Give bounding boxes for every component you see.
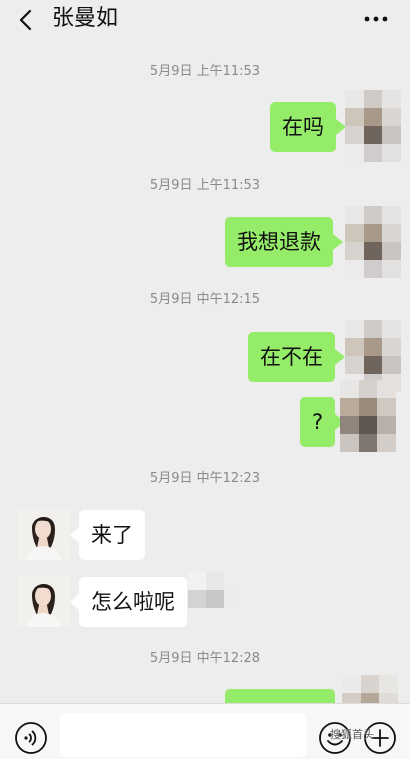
message-input[interactable] (60, 713, 306, 757)
voice-button[interactable] (14, 721, 48, 755)
timestamp: 5月9日 中午12:28 (149, 651, 261, 666)
more-dots-icon (364, 16, 388, 22)
chevron-left-icon (19, 9, 32, 31)
watermark: 搜狐首头 (330, 728, 374, 741)
chat-title: 张曼如 (52, 6, 119, 31)
self-avatar[interactable] (340, 380, 396, 452)
back-button[interactable] (14, 5, 40, 35)
voice-icon (15, 722, 47, 754)
outgoing-message[interactable]: 在不在 (248, 332, 345, 382)
self-avatar[interactable] (345, 206, 401, 278)
message-list[interactable]: 5月9日 上午11:53 在吗 5月9日 上午11:53 我想退款 5月9日 中… (0, 40, 410, 703)
friend-avatar[interactable] (18, 508, 70, 560)
incoming-message[interactable]: 来了 (70, 510, 145, 560)
outgoing-message[interactable]: ? (300, 397, 346, 447)
more-button[interactable] (361, 6, 391, 32)
incoming-message[interactable]: 怎么啦呢 (70, 577, 187, 627)
timestamp: 5月9日 上午11:53 (149, 64, 261, 79)
self-avatar[interactable] (345, 90, 401, 162)
timestamp: 5月9日 中午12:23 (149, 471, 261, 486)
outgoing-message[interactable]: 在吗 (270, 102, 346, 152)
outgoing-message[interactable]: 我想退款 (225, 217, 343, 267)
blur-smudge (188, 572, 236, 608)
self-avatar[interactable] (342, 675, 398, 703)
timestamp: 5月9日 中午12:15 (149, 292, 261, 307)
friend-avatar[interactable] (18, 575, 70, 627)
outgoing-message[interactable] (225, 689, 335, 703)
timestamp: 5月9日 上午11:53 (149, 178, 261, 193)
chat-header: 张曼如 (0, 0, 410, 40)
